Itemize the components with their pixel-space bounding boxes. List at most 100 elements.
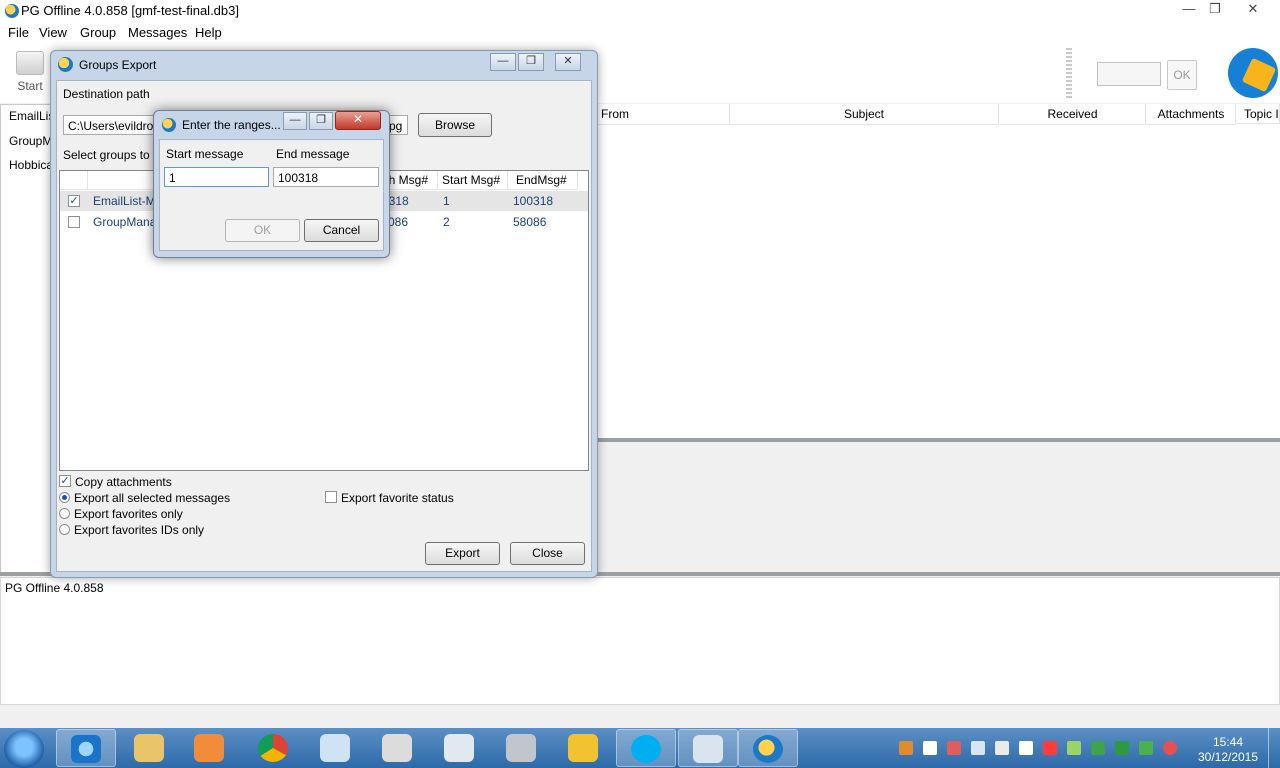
lock-icon bbox=[568, 734, 598, 762]
destination-path-value: C:\Users\evildro bbox=[68, 119, 154, 133]
export-favorites-radio[interactable] bbox=[59, 508, 70, 519]
group-item[interactable]: EmailList-Mail bbox=[9, 109, 51, 123]
row-checkbox[interactable]: ✓ bbox=[68, 195, 80, 207]
row-checkbox[interactable] bbox=[68, 216, 80, 228]
maximize-icon[interactable]: ❐ bbox=[309, 112, 333, 130]
row-high-msg: 086 bbox=[388, 215, 409, 229]
grid-header-start-msg[interactable]: Start Msg# bbox=[438, 171, 508, 190]
taskbar-textpad[interactable] bbox=[678, 729, 738, 767]
column-header-received[interactable]: Received bbox=[1000, 104, 1146, 125]
grid-header-end-msg[interactable]: EndMsg# bbox=[508, 171, 578, 190]
tray-network-share-icon[interactable] bbox=[971, 741, 985, 755]
minimize-icon[interactable]: — bbox=[283, 112, 307, 130]
taskbar-database[interactable] bbox=[492, 729, 552, 767]
start-message-label: Start message bbox=[166, 147, 244, 161]
log-pane bbox=[0, 577, 1280, 705]
skype-icon bbox=[631, 735, 661, 763]
start-label: Start bbox=[17, 79, 43, 93]
menu-group[interactable]: Group bbox=[80, 25, 116, 40]
export-fav-status-label: Export favorite status bbox=[341, 491, 454, 505]
log-text: PG Offline 4.0.858 bbox=[5, 581, 104, 595]
taskbar-media[interactable] bbox=[180, 729, 240, 767]
tray-status-icon[interactable] bbox=[1163, 741, 1177, 755]
tray-chat-icon[interactable] bbox=[1139, 741, 1153, 755]
close-icon[interactable]: ✕ bbox=[1238, 0, 1268, 20]
tray-flag-icon[interactable] bbox=[947, 741, 961, 755]
export-favorites-label: Export favorites only bbox=[74, 507, 183, 521]
column-header-attachments[interactable]: Attachments bbox=[1147, 104, 1236, 125]
ok-button[interactable]: OK bbox=[225, 219, 300, 242]
tray-sync-icon[interactable] bbox=[1067, 741, 1081, 755]
group-item[interactable]: GroupManager bbox=[9, 134, 51, 148]
destination-path-suffix: pg bbox=[389, 119, 403, 133]
ie-icon bbox=[71, 735, 101, 763]
taskbar-explorer[interactable] bbox=[120, 729, 180, 767]
groups-panel bbox=[0, 104, 52, 574]
end-message-input[interactable]: 100318 bbox=[273, 167, 379, 187]
toolbar-ok-button[interactable]: OK bbox=[1167, 60, 1197, 90]
column-header-from[interactable]: From bbox=[598, 104, 730, 125]
end-message-label: End message bbox=[276, 147, 350, 161]
taskbar-clock[interactable]: 15:44 30/12/2015 bbox=[1196, 735, 1260, 765]
menu-messages[interactable]: Messages bbox=[128, 25, 187, 40]
group-item[interactable]: Hobbicat bbox=[9, 158, 51, 172]
column-header-subject[interactable]: Subject bbox=[730, 104, 999, 125]
media-player-icon bbox=[194, 734, 224, 762]
main-title-bar: PG Offline 4.0.858 [gmf-test-final.db3] bbox=[0, 0, 1280, 23]
dialog-app-icon bbox=[58, 57, 73, 72]
tray-app-icon[interactable] bbox=[1091, 741, 1105, 755]
tray-windows-icon[interactable] bbox=[923, 741, 937, 755]
folder-icon bbox=[134, 734, 164, 762]
menu-file[interactable]: File bbox=[8, 25, 29, 40]
grid-header-check[interactable] bbox=[60, 171, 88, 190]
taskbar-snipping[interactable] bbox=[430, 729, 490, 767]
notes-icon bbox=[320, 734, 350, 762]
browse-button[interactable]: Browse bbox=[418, 113, 492, 137]
toolbar-grip[interactable] bbox=[1066, 48, 1072, 100]
clock-date: 30/12/2015 bbox=[1197, 750, 1259, 764]
column-header-topic[interactable]: Topic I bbox=[1237, 104, 1280, 124]
tray-h-icon[interactable] bbox=[1115, 741, 1129, 755]
cancel-button[interactable]: Cancel bbox=[304, 219, 379, 242]
taskbar-skype[interactable] bbox=[616, 729, 676, 767]
close-button[interactable]: Close bbox=[510, 542, 585, 565]
start-button[interactable]: Start bbox=[10, 47, 50, 99]
dialog-app-icon bbox=[162, 118, 176, 132]
close-icon[interactable]: ✕ bbox=[335, 111, 381, 130]
select-groups-label: Select groups to bbox=[63, 148, 150, 162]
minimize-icon[interactable]: — bbox=[490, 53, 516, 71]
export-fav-status-checkbox[interactable] bbox=[325, 491, 337, 503]
taskbar-calculator[interactable] bbox=[368, 729, 428, 767]
show-desktop-button[interactable] bbox=[1268, 728, 1280, 768]
row-group-name: EmailList-M bbox=[93, 194, 155, 208]
start-orb-icon[interactable] bbox=[4, 730, 44, 768]
taskbar-notes[interactable] bbox=[306, 729, 366, 767]
messages-list[interactable] bbox=[598, 104, 1280, 440]
close-icon[interactable]: ✕ bbox=[555, 53, 581, 71]
row-group-name: GroupMana bbox=[93, 215, 155, 229]
copy-attachments-label: Copy attachments bbox=[75, 475, 172, 489]
menu-view[interactable]: View bbox=[39, 25, 67, 40]
tray-calendar-icon[interactable] bbox=[899, 741, 913, 755]
taskbar-pg-offline[interactable] bbox=[738, 729, 798, 767]
chrome-icon bbox=[258, 734, 288, 762]
copy-attachments-checkbox[interactable]: ✓ bbox=[59, 475, 71, 487]
taskbar-lock[interactable] bbox=[554, 729, 614, 767]
start-message-input[interactable]: 1 bbox=[164, 167, 269, 187]
export-button[interactable]: Export bbox=[425, 542, 500, 565]
export-fav-ids-label: Export favorites IDs only bbox=[74, 523, 205, 537]
menu-help[interactable]: Help bbox=[195, 25, 222, 40]
toolbar-input[interactable] bbox=[1097, 62, 1161, 86]
export-all-radio[interactable] bbox=[59, 492, 70, 503]
tray-volume-icon[interactable] bbox=[1043, 741, 1057, 755]
tray-signal-icon[interactable] bbox=[1019, 741, 1033, 755]
maximize-icon[interactable]: ❐ bbox=[518, 53, 544, 71]
scissors-icon bbox=[444, 734, 474, 762]
message-preview bbox=[598, 442, 1280, 572]
taskbar-ie[interactable] bbox=[56, 729, 116, 767]
taskbar-chrome[interactable] bbox=[244, 729, 304, 767]
tray-usb-icon[interactable] bbox=[995, 741, 1009, 755]
maximize-icon[interactable]: ❐ bbox=[1200, 0, 1230, 20]
export-fav-ids-radio[interactable] bbox=[59, 524, 70, 535]
calculator-icon bbox=[382, 734, 412, 762]
